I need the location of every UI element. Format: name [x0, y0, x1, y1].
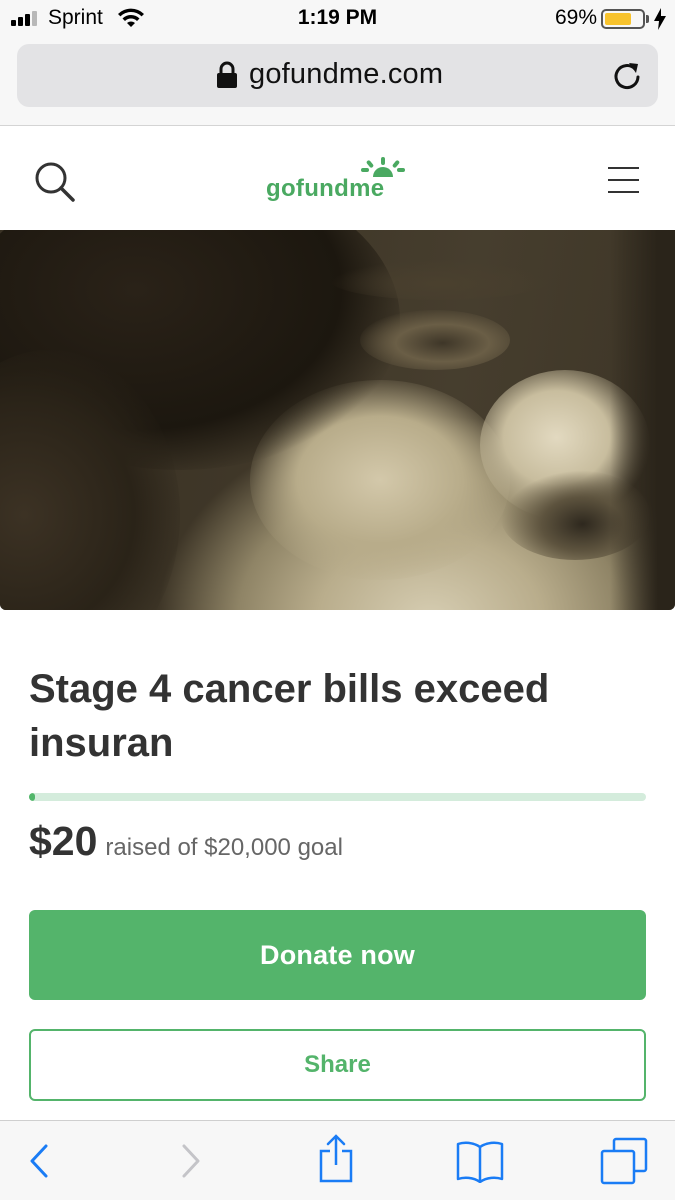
back-icon[interactable] [26, 1137, 52, 1185]
browser-address-area: gofundme.com [0, 38, 675, 126]
share-icon[interactable] [316, 1133, 356, 1185]
battery-percent: 69% [554, 6, 597, 29]
lock-icon [217, 61, 237, 88]
forward-icon[interactable] [178, 1137, 204, 1185]
tabs-icon[interactable] [600, 1137, 648, 1185]
battery-icon [601, 9, 645, 29]
site-header: gofundme [0, 127, 675, 230]
browser-toolbar [0, 1120, 675, 1200]
donate-now-button[interactable]: Donate now [29, 910, 646, 1000]
gofundme-logo[interactable]: gofundme [266, 157, 416, 205]
url-text: gofundme.com [249, 58, 444, 90]
raised-summary: $20 raised of $20,000 goal [29, 818, 343, 864]
campaign-title: Stage 4 cancer bills exceed insuran [29, 667, 550, 765]
logo-rays-icon [361, 157, 405, 177]
reload-icon[interactable] [611, 59, 643, 91]
battery-nub [646, 15, 649, 23]
address-bar[interactable]: gofundme.com [17, 44, 658, 107]
search-icon[interactable] [33, 160, 77, 204]
share-button[interactable]: Share [29, 1029, 646, 1101]
progress-bar [29, 793, 646, 801]
progress-fill [29, 793, 35, 801]
logo-text: gofundme [266, 175, 385, 202]
status-bar: Sprint 1:19 PM 69% [0, 0, 675, 38]
raised-goal-text: raised of $20,000 goal [105, 834, 343, 861]
charging-bolt-icon [654, 8, 666, 30]
raised-amount: $20 [29, 818, 98, 864]
menu-icon[interactable] [608, 167, 639, 193]
bookmarks-icon[interactable] [455, 1139, 505, 1183]
campaign-image [0, 230, 675, 610]
